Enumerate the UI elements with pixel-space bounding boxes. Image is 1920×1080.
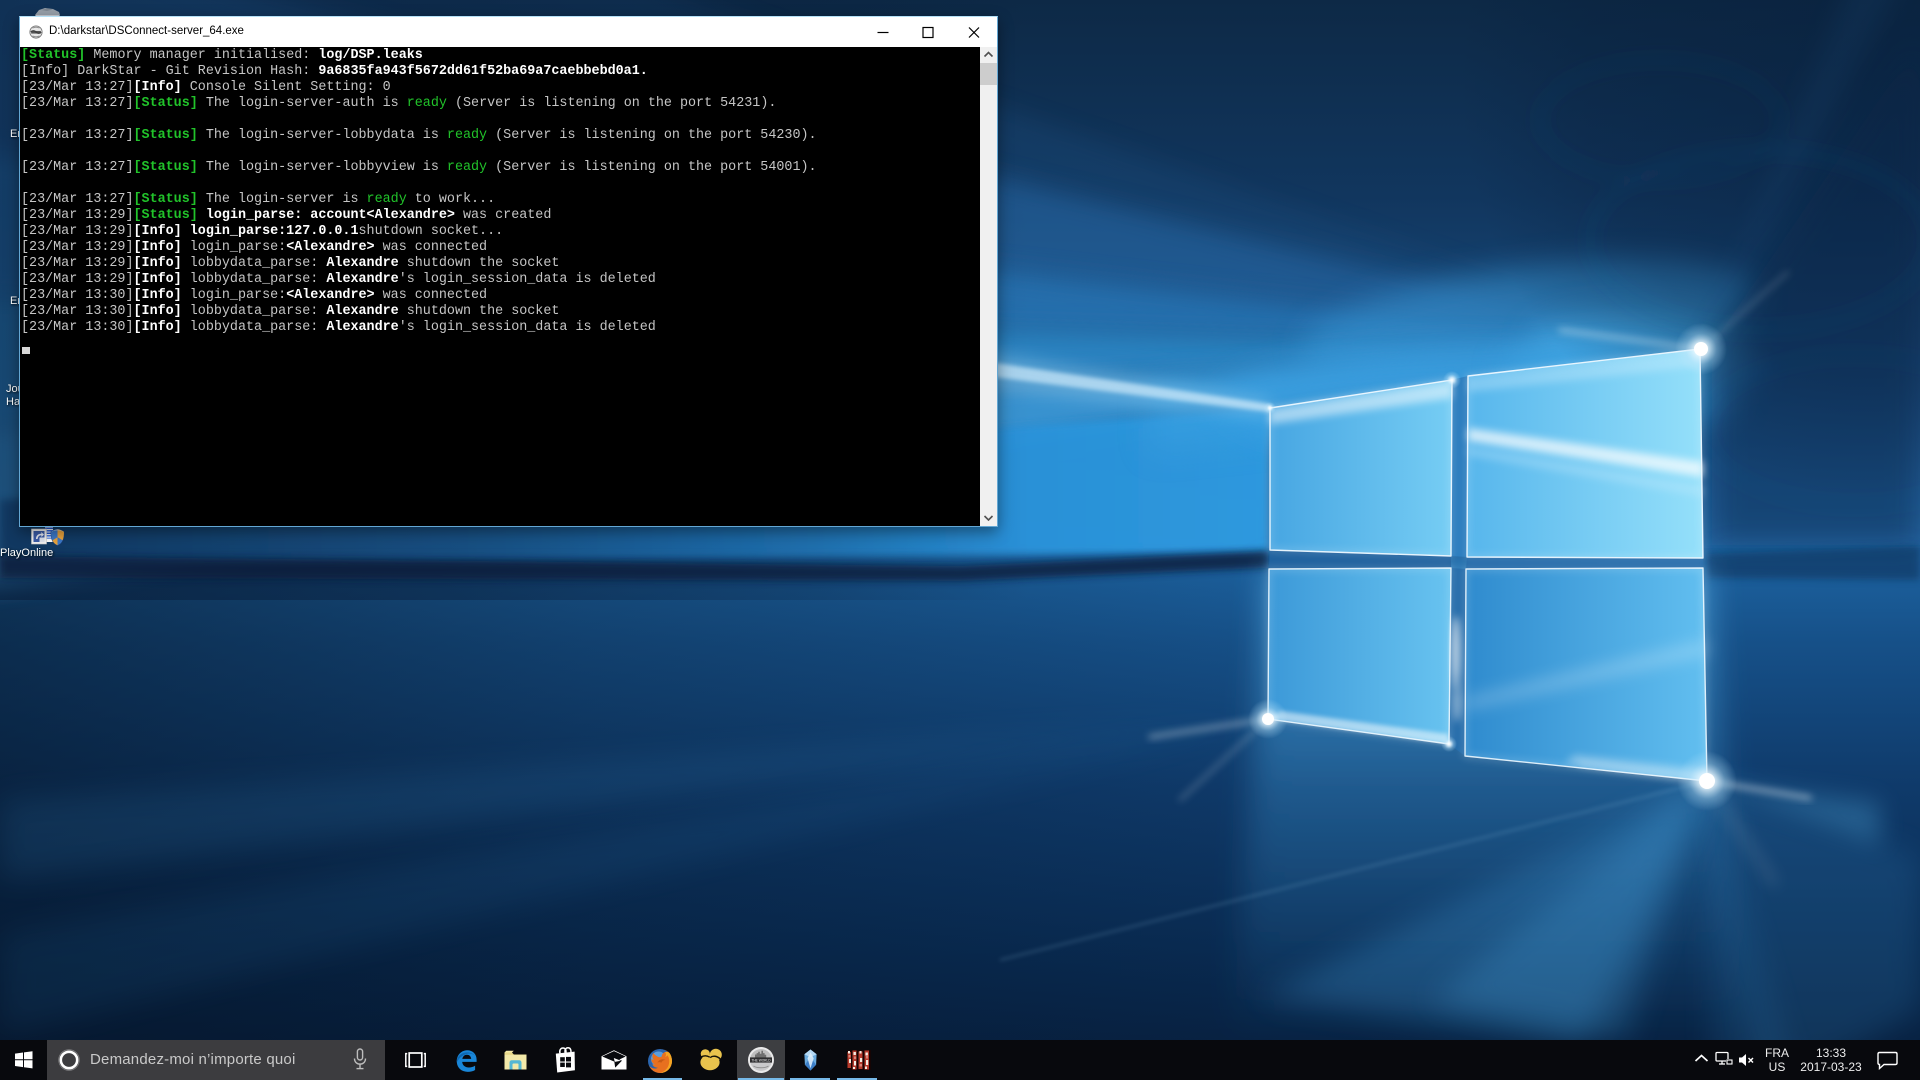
svg-text:THE WORLD: THE WORLD <box>751 1058 771 1062</box>
